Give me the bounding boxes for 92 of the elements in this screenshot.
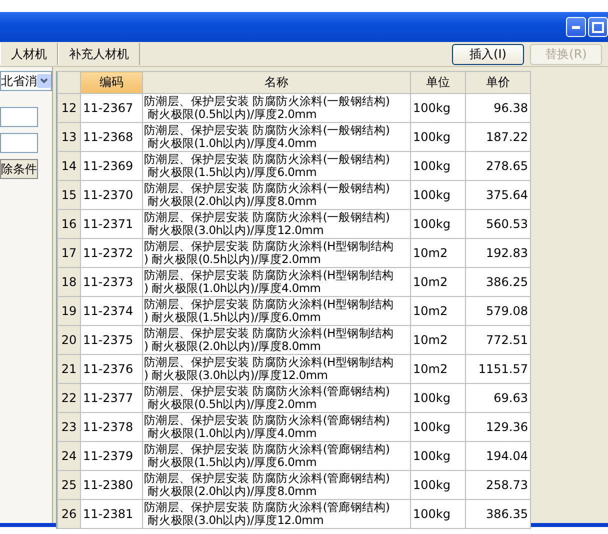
row-number: 26 <box>58 500 80 528</box>
maximize-icon <box>592 22 604 32</box>
row-number: 25 <box>58 470 80 500</box>
table-cell: 386.25 <box>466 268 530 296</box>
table-cell: 防潮层、保护层安装 防腐防火涂料(管廊钢结构) 耐火极限(1.0h以内)/厚度4.0mm <box>142 412 410 442</box>
input-field[interactable] <box>0 107 38 127</box>
row-number: 24 <box>58 442 80 470</box>
table-cell: 100kg <box>410 210 466 238</box>
table-cell: 100kg <box>410 470 466 500</box>
column-header[interactable]: 单位 <box>410 72 466 94</box>
table-cell: 11-2378 <box>80 412 142 442</box>
minimize-icon <box>572 26 580 28</box>
table-cell: 258.73 <box>466 470 530 500</box>
column-header[interactable]: 编码 <box>80 72 142 94</box>
row-number: 13 <box>58 122 80 152</box>
column-header[interactable]: 名称 <box>142 72 410 94</box>
tab[interactable]: 补充人材机 <box>58 43 140 65</box>
table-cell: 防潮层、保护层安装 防腐防火涂料(H型钢制结构 ) 耐火极限(2.0h以内)/厚度8.0mm <box>142 326 410 354</box>
table-cell: 386.35 <box>466 500 530 528</box>
table-cell: 防潮层、保护层安装 防腐防火涂料(H型钢制结构 ) 耐火极限(1.0h以内)/厚度4.0mm <box>142 268 410 296</box>
table-cell: 69.63 <box>466 384 530 412</box>
row-number: 17 <box>58 238 80 268</box>
table-cell: 防潮层、保护层安装 防腐防火涂料(管廊钢结构) 耐火极限(1.5h以内)/厚度6.0mm <box>142 442 410 470</box>
row-number: 12 <box>58 94 80 122</box>
table-cell: 187.22 <box>466 122 530 152</box>
row-number: 16 <box>58 210 80 238</box>
table-cell: 1151.57 <box>466 354 530 384</box>
table-cell: 11-2374 <box>80 296 142 326</box>
table-cell: 11-2377 <box>80 384 142 412</box>
table-cell: 100kg <box>410 152 466 180</box>
row-number: 21 <box>58 354 80 384</box>
table-cell: 防潮层、保护层安装 防腐防火涂料(一般钢结构) 耐火极限(2.0h以内)/厚度8.0mm <box>142 180 410 210</box>
table-cell: 防潮层、保护层安装 防腐防火涂料(管廊钢结构) 耐火极限(3.0h以内)/厚度12.0mm <box>142 500 410 528</box>
table-cell: 10m2 <box>410 296 466 326</box>
table-cell: 10m2 <box>410 238 466 268</box>
row-number: 15 <box>58 180 80 210</box>
table-cell: 10m2 <box>410 268 466 296</box>
maximize-button[interactable] <box>588 17 608 37</box>
table-cell: 96.38 <box>466 94 530 122</box>
table-cell: 100kg <box>410 180 466 210</box>
table-cell: 防潮层、保护层安装 防腐防火涂料(管廊钢结构) 耐火极限(2.0h以内)/厚度8.0mm <box>142 470 410 500</box>
row-number: 20 <box>58 326 80 354</box>
column-header[interactable]: 单价 <box>466 72 530 94</box>
chevron-down-icon <box>37 74 51 88</box>
table-cell: 192.83 <box>466 238 530 268</box>
table-cell: 防潮层、保护层安装 防腐防火涂料(一般钢结构) 耐火极限(1.5h以内)/厚度6.0mm <box>142 152 410 180</box>
table-cell: 11-2380 <box>80 470 142 500</box>
table-cell: 100kg <box>410 412 466 442</box>
row-number: 18 <box>58 268 80 296</box>
table-cell: 560.53 <box>466 210 530 238</box>
table-cell: 11-2372 <box>80 238 142 268</box>
table-cell: 防潮层、保护层安装 防腐防火涂料(一般钢结构) 耐火极限(0.5h以内)/厚度2.0mm <box>142 94 410 122</box>
table-cell: 11-2368 <box>80 122 142 152</box>
table-cell: 579.08 <box>466 296 530 326</box>
table-cell: 11-2381 <box>80 500 142 528</box>
dropdown[interactable]: 北省消 <box>0 71 52 91</box>
input-field[interactable] <box>0 133 38 153</box>
table-cell: 10m2 <box>410 326 466 354</box>
table-cell: 10m2 <box>410 354 466 384</box>
header-cell <box>58 72 80 94</box>
table-cell: 防潮层、保护层安装 防腐防火涂料(H型钢制结构 ) 耐火极限(0.5h以内)/厚度2.0mm <box>142 238 410 268</box>
table-cell: 100kg <box>410 500 466 528</box>
table-cell: 194.04 <box>466 442 530 470</box>
table-cell: 278.65 <box>466 152 530 180</box>
minimize-button[interactable] <box>566 17 586 37</box>
table-cell: 100kg <box>410 94 466 122</box>
table-cell: 防潮层、保护层安装 防腐防火涂料(H型钢制结构 ) 耐火极限(1.5h以内)/厚度6.0mm <box>142 296 410 326</box>
row-number: 22 <box>58 384 80 412</box>
tab[interactable]: 人材机 <box>0 43 58 65</box>
row-number: 14 <box>58 152 80 180</box>
table-cell: 11-2375 <box>80 326 142 354</box>
table-cell: 375.64 <box>466 180 530 210</box>
row-number: 23 <box>58 412 80 442</box>
table-cell: 100kg <box>410 122 466 152</box>
table-cell: 防潮层、保护层安装 防腐防火涂料(管廊钢结构) 耐火极限(0.5h以内)/厚度2.0mm <box>142 384 410 412</box>
table-cell: 防潮层、保护层安装 防腐防火涂料(一般钢结构) 耐火极限(1.0h以内)/厚度4.0mm <box>142 122 410 152</box>
table-cell: 11-2367 <box>80 94 142 122</box>
table-cell: 11-2371 <box>80 210 142 238</box>
toolbar-button[interactable]: 插入(I) <box>452 44 524 64</box>
table-cell: 100kg <box>410 442 466 470</box>
row-number: 19 <box>58 296 80 326</box>
table-cell: 100kg <box>410 384 466 412</box>
table-cell: 129.36 <box>466 412 530 442</box>
table-cell: 防潮层、保护层安装 防腐防火涂料(H型钢制结构 ) 耐火极限(3.0h以内)/厚度12.0mm <box>142 354 410 384</box>
table-cell: 11-2379 <box>80 442 142 470</box>
table-cell: 11-2370 <box>80 180 142 210</box>
clear-conditions-button[interactable]: 除条件 <box>0 159 38 179</box>
table-cell: 772.51 <box>466 326 530 354</box>
table-cell: 11-2369 <box>80 152 142 180</box>
table-cell: 防潮层、保护层安装 防腐防火涂料(一般钢结构) 耐火极限(3.0h以内)/厚度12.0mm <box>142 210 410 238</box>
table-cell: 11-2376 <box>80 354 142 384</box>
table-cell: 11-2373 <box>80 268 142 296</box>
